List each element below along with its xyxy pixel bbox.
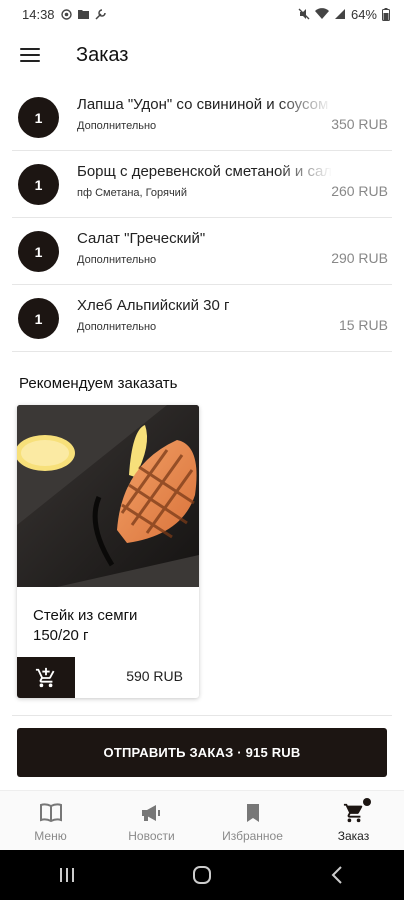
item-name: Борщ с деревенской сметаной и салом — [77, 163, 332, 180]
add-to-cart-button[interactable] — [17, 657, 75, 698]
nav-news[interactable]: Новости — [101, 791, 202, 850]
notification-icon — [60, 8, 72, 20]
hamburger-icon — [20, 48, 40, 62]
divider — [12, 715, 392, 716]
nav-order-label: Заказ — [337, 829, 370, 843]
signal-icon — [334, 9, 345, 19]
quantity-badge: 1 — [18, 298, 59, 339]
order-list: 1 Лапша "Удон" со свининой и соусом Допо… — [0, 84, 404, 352]
recents-icon — [60, 868, 75, 882]
item-name: Хлеб Альпийский 30 г — [77, 297, 230, 314]
nav-favorites[interactable]: Избранное — [202, 791, 303, 850]
cart-icon — [341, 801, 367, 825]
item-options: Дополнительно — [77, 321, 157, 333]
nav-order[interactable]: Заказ — [303, 791, 404, 850]
item-options: Дополнительно — [77, 120, 157, 132]
recommend-card[interactable]: Стейк из семги 150/20 г 590 RUB — [17, 405, 199, 698]
item-price: 290 RUB — [331, 250, 388, 266]
folder-icon — [77, 10, 89, 19]
dish-image — [17, 405, 199, 587]
cart-badge — [363, 798, 371, 806]
battery-icon — [382, 7, 390, 21]
mute-icon — [298, 8, 310, 20]
item-options: пф Сметана, Горячий — [77, 187, 187, 199]
order-item[interactable]: 1 Борщ с деревенской сметаной и салом пф… — [12, 151, 392, 218]
back-button[interactable] — [317, 855, 357, 895]
nav-favorites-label: Избранное — [222, 829, 283, 843]
recommend-title: Рекомендуем заказать — [19, 375, 178, 392]
recommend-item-name: Стейк из семги 150/20 г — [33, 607, 138, 644]
quantity-badge: 1 — [18, 231, 59, 272]
add-cart-icon — [35, 667, 55, 687]
recommend-item-price: 590 RUB — [126, 668, 183, 684]
wrench-icon — [95, 8, 106, 20]
system-nav-bar — [0, 850, 404, 900]
home-icon — [192, 866, 211, 884]
bookmark-icon — [240, 801, 266, 825]
submit-order-button[interactable]: ОТПРАВИТЬ ЗАКАЗ · 915 RUB — [17, 728, 387, 777]
item-name: Салат "Греческий" — [77, 230, 206, 247]
nav-menu[interactable]: Меню — [0, 791, 101, 850]
page-title: Заказ — [76, 43, 129, 66]
book-icon — [38, 801, 64, 825]
recent-apps-button[interactable] — [47, 855, 87, 895]
menu-button[interactable] — [0, 28, 60, 82]
quantity-badge: 1 — [18, 97, 59, 138]
item-options: Дополнительно — [77, 254, 157, 266]
nav-menu-label: Меню — [34, 829, 67, 843]
home-button[interactable] — [182, 855, 222, 895]
megaphone-icon — [139, 801, 165, 825]
status-bar: 14:38 64% — [0, 0, 404, 28]
order-item[interactable]: 1 Лапша "Удон" со свининой и соусом Допо… — [12, 84, 392, 151]
quantity-badge: 1 — [18, 164, 59, 205]
back-icon — [331, 866, 342, 884]
battery-level: 64% — [350, 6, 377, 22]
app-bar: Заказ — [0, 28, 404, 82]
bottom-nav: Меню Новости Избранное Заказ — [0, 790, 404, 850]
item-price: 350 RUB — [331, 116, 388, 132]
order-item[interactable]: 1 Салат "Греческий" Дополнительно 290 RU… — [12, 218, 392, 285]
nav-news-label: Новости — [128, 829, 175, 843]
wifi-icon — [314, 8, 329, 19]
item-name: Лапша "Удон" со свининой и соусом — [77, 96, 329, 113]
order-item[interactable]: 1 Хлеб Альпийский 30 г Дополнительно 15 … — [12, 285, 392, 352]
status-time: 14:38 — [22, 6, 55, 22]
item-price: 15 RUB — [338, 317, 388, 333]
item-price: 260 RUB — [331, 183, 388, 199]
